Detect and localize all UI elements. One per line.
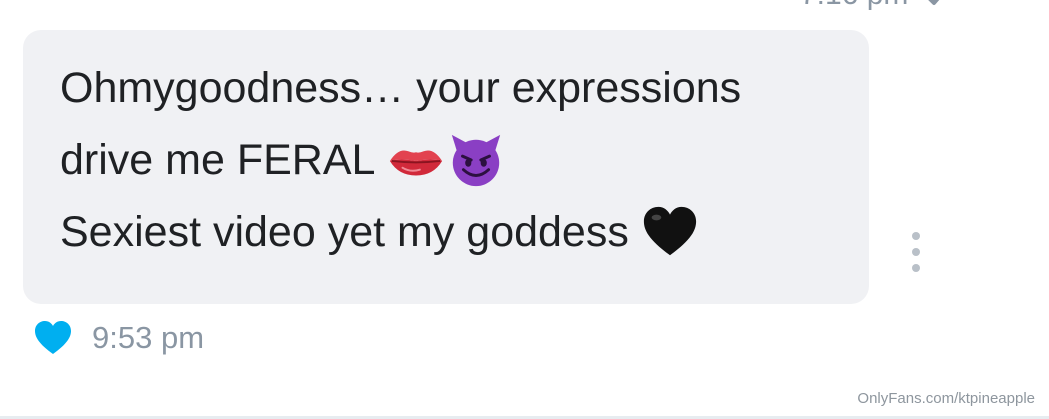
previous-message-time: 7:16 pm	[800, 0, 908, 12]
message-more-options-button[interactable]	[904, 232, 928, 272]
message-line: drive me FERAL	[60, 124, 849, 196]
message-line-text: drive me FERAL	[60, 136, 376, 184]
vertical-dot	[912, 248, 920, 256]
watermark: OnlyFans.com/ktpineapple	[857, 390, 1035, 407]
message-bubble: Ohmygoodness… your expressions drive me …	[23, 30, 869, 304]
message-line: Ohmygoodness… your expressions	[60, 52, 849, 124]
smiling-devil-emoji-icon	[452, 134, 501, 187]
message-line-text: Sexiest video yet my goddess	[60, 208, 629, 256]
previous-message-meta: 7:16 pm	[800, 0, 950, 12]
black-heart-emoji-icon	[643, 206, 696, 256]
vertical-dot	[912, 264, 920, 272]
message-line: Sexiest video yet my goddess	[60, 196, 849, 268]
vertical-dot	[912, 232, 920, 240]
read-check-icon	[928, 0, 940, 5]
message-line-text: Ohmygoodness… your expressions	[60, 64, 742, 112]
message-time: 9:53 pm	[92, 320, 205, 355]
like-heart-icon[interactable]	[34, 320, 72, 356]
message-meta: 9:53 pm	[34, 318, 204, 358]
lips-emoji-icon	[390, 150, 443, 176]
